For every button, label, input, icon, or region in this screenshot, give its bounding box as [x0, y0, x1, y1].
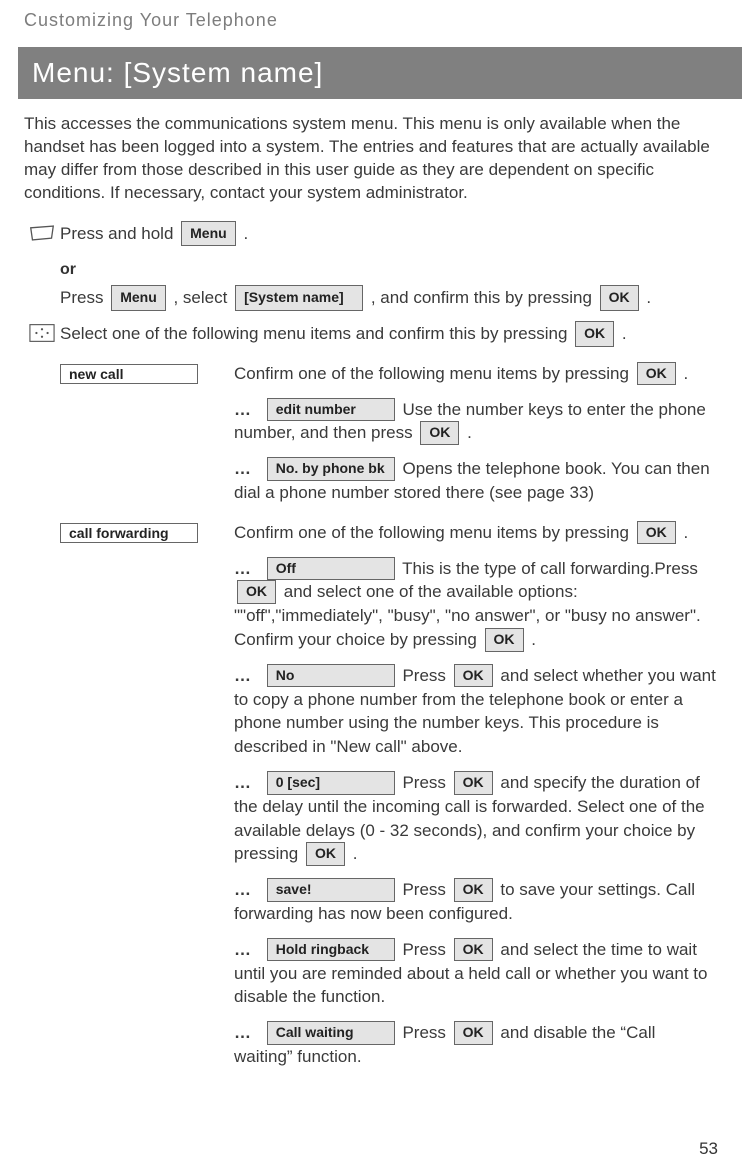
press-prefix: Press	[402, 1023, 450, 1042]
call-waiting-button[interactable]: Call waiting	[267, 1021, 395, 1045]
off-text-post: and select one of the available options:…	[234, 582, 701, 649]
step-text: , and confirm this by pressing	[371, 288, 597, 307]
confirm-text: Confirm one of the following menu items …	[234, 364, 634, 383]
phonebook-line: … No. by phone bk Opens the telephone bo…	[234, 457, 718, 505]
ellipsis-icon: …	[234, 940, 253, 959]
delay-button[interactable]: 0 [sec]	[267, 771, 395, 795]
period: .	[683, 364, 688, 383]
period: .	[243, 224, 248, 243]
off-text-pre: This is the type of call forwarding.Pres…	[402, 559, 698, 578]
save-button[interactable]: save!	[267, 878, 395, 902]
period: .	[531, 630, 536, 649]
delay-line: … 0 [sec] Press OK and specify the durat…	[234, 771, 718, 866]
ellipsis-icon: …	[234, 400, 253, 419]
ok-button[interactable]: OK	[306, 842, 345, 866]
or-label: or	[60, 261, 718, 279]
ok-button[interactable]: OK	[454, 938, 493, 962]
ellipsis-icon: …	[234, 666, 253, 685]
menu-button[interactable]: Menu	[181, 221, 236, 247]
ok-button[interactable]: OK	[485, 628, 524, 652]
period: .	[646, 288, 651, 307]
off-line: … Off This is the type of call forwardin…	[234, 557, 718, 652]
press-prefix: Press	[402, 880, 450, 899]
hold-ringback-button[interactable]: Hold ringback	[267, 938, 395, 962]
step-text: Select one of the following menu items a…	[60, 324, 572, 343]
no-line: … No Press OK and select whether you wan…	[234, 664, 718, 759]
edit-number-button[interactable]: edit number	[267, 398, 395, 422]
intro-paragraph: This accesses the communications system …	[24, 113, 718, 205]
step-select-items: Select one of the following menu items a…	[60, 321, 718, 347]
period: .	[467, 423, 472, 442]
ok-button[interactable]: OK	[575, 321, 614, 347]
ellipsis-icon: …	[234, 773, 253, 792]
period: .	[353, 844, 358, 863]
hold-ringback-line: … Hold ringback Press OK and select the …	[234, 938, 718, 1009]
press-prefix: Press	[402, 940, 450, 959]
no-by-phonebk-button[interactable]: No. by phone bk	[267, 457, 395, 481]
press-prefix: Press	[402, 666, 450, 685]
ellipsis-icon: …	[234, 1023, 253, 1042]
call-waiting-line: … Call waiting Press OK and disable the …	[234, 1021, 718, 1069]
confirm-line: Confirm one of the following menu items …	[234, 362, 718, 386]
save-line: … save! Press OK to save your settings. …	[234, 878, 718, 926]
softkey-icon	[29, 223, 55, 251]
section-title: Menu: [System name]	[18, 47, 742, 99]
ok-button[interactable]: OK	[454, 1021, 493, 1045]
ok-button[interactable]: OK	[454, 878, 493, 902]
period: .	[683, 523, 688, 542]
page-number: 53	[699, 1139, 718, 1159]
confirm-line: Confirm one of the following menu items …	[234, 521, 718, 545]
step-text: Press	[60, 288, 108, 307]
ok-button[interactable]: OK	[420, 421, 459, 445]
chapter-heading: Customizing Your Telephone	[24, 10, 718, 31]
off-button[interactable]: Off	[267, 557, 395, 581]
step-text: Press and hold	[60, 224, 178, 243]
ok-button[interactable]: OK	[600, 285, 639, 311]
ok-button[interactable]: OK	[237, 580, 276, 604]
step-press-hold: Press and hold Menu .	[60, 221, 718, 247]
ok-button[interactable]: OK	[454, 771, 493, 795]
edit-number-line: … edit number Use the number keys to ent…	[234, 398, 718, 446]
no-button[interactable]: No	[267, 664, 395, 688]
system-name-button[interactable]: [System name]	[235, 285, 363, 311]
ellipsis-icon: …	[234, 559, 253, 578]
nav-pad-icon	[29, 323, 55, 351]
confirm-text: Confirm one of the following menu items …	[234, 523, 634, 542]
menu-item-call-forwarding[interactable]: call forwarding	[60, 523, 198, 543]
menu-item-new-call[interactable]: new call	[60, 364, 198, 384]
ok-button[interactable]: OK	[637, 362, 676, 386]
period: .	[622, 324, 627, 343]
ok-button[interactable]: OK	[637, 521, 676, 545]
press-prefix: Press	[402, 773, 450, 792]
step-text: , select	[173, 288, 232, 307]
ellipsis-icon: …	[234, 880, 253, 899]
step-press-select: Press Menu , select [System name] , and …	[60, 285, 718, 311]
ok-button[interactable]: OK	[454, 664, 493, 688]
ellipsis-icon: …	[234, 459, 253, 478]
menu-button[interactable]: Menu	[111, 285, 166, 311]
